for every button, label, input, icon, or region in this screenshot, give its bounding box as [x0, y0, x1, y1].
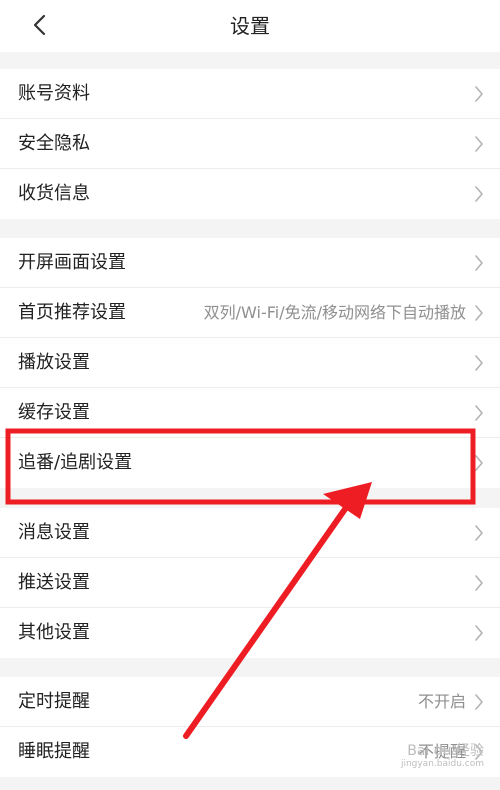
watermark-brand: Bai du 经验: [407, 743, 484, 759]
chevron-right-icon: [475, 455, 483, 471]
row-playback[interactable]: 播放设置: [0, 338, 500, 388]
row-home-recommend[interactable]: 首页推荐设置 双列/Wi-Fi/免流/移动网络下自动播放: [0, 288, 500, 338]
watermark: Bai du 经验 jingyan.baidu.com: [401, 743, 484, 769]
chevron-right-icon: [475, 255, 483, 271]
row-label: 其他设置: [18, 622, 90, 643]
row-label: 追番/追剧设置: [18, 452, 133, 473]
row-timed-reminder[interactable]: 定时提醒 不开启: [0, 677, 500, 727]
chevron-right-icon: [475, 305, 483, 321]
row-value: 不开启: [417, 692, 466, 711]
chevron-right-icon: [475, 405, 483, 421]
chevron-right-icon: [475, 355, 483, 371]
row-label: 推送设置: [18, 572, 90, 593]
chevron-right-icon: [475, 186, 483, 202]
chevron-right-icon: [475, 694, 483, 710]
page-title: 设置: [230, 14, 270, 38]
row-label: 开屏画面设置: [18, 252, 126, 273]
chevron-right-icon: [475, 86, 483, 102]
row-label: 首页推荐设置: [18, 302, 126, 323]
row-shipping-info[interactable]: 收货信息: [0, 169, 500, 219]
settings-group-playback: 开屏画面设置 首页推荐设置 双列/Wi-Fi/免流/移动网络下自动播放 播放设置…: [0, 238, 500, 488]
chevron-right-icon: [475, 525, 483, 541]
row-cache[interactable]: 缓存设置: [0, 388, 500, 438]
row-message[interactable]: 消息设置: [0, 508, 500, 558]
nav-header: 设置: [0, 0, 500, 52]
row-label: 播放设置: [18, 352, 90, 373]
row-label: 账号资料: [18, 83, 90, 104]
row-label: 睡眠提醒: [18, 741, 90, 762]
chevron-right-icon: [475, 625, 483, 641]
row-label: 缓存设置: [18, 402, 90, 423]
settings-group-notify: 消息设置 推送设置 其他设置: [0, 508, 500, 658]
settings-group-account: 账号资料 安全隐私 收货信息: [0, 69, 500, 219]
row-label: 收货信息: [18, 183, 90, 204]
row-value: 双列/Wi-Fi/免流/移动网络下自动播放: [203, 303, 466, 322]
row-other[interactable]: 其他设置: [0, 608, 500, 658]
row-label: 定时提醒: [18, 691, 90, 712]
row-label: 安全隐私: [18, 133, 90, 154]
row-splash-screen[interactable]: 开屏画面设置: [0, 238, 500, 288]
row-follow-series[interactable]: 追番/追剧设置: [0, 438, 500, 488]
row-label: 消息设置: [18, 522, 90, 543]
watermark-url: jingyan.baidu.com: [400, 759, 484, 769]
chevron-right-icon: [475, 136, 483, 152]
row-push[interactable]: 推送设置: [0, 558, 500, 608]
chevron-right-icon: [475, 575, 483, 591]
row-security-privacy[interactable]: 安全隐私: [0, 119, 500, 169]
row-account-profile[interactable]: 账号资料: [0, 69, 500, 119]
